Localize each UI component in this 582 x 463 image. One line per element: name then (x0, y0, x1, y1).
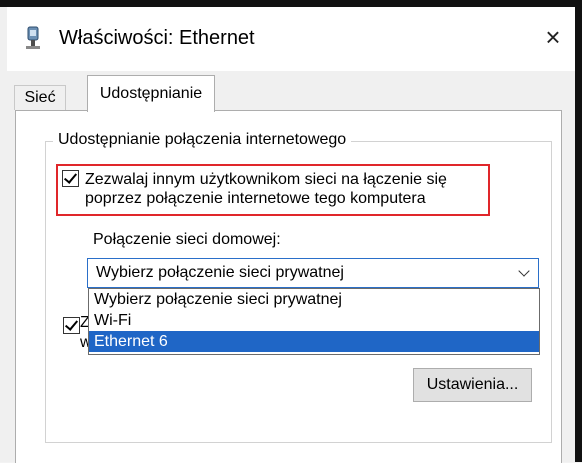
tab-label: Sieć (24, 89, 56, 106)
settings-button-label: Ustawienia... (426, 376, 519, 393)
home-network-label: Połączenie sieci domowej: (93, 231, 281, 248)
window-frame (0, 0, 582, 7)
allow-sharing-label: Zezwalaj innym użytkownikom sieci na łąc… (85, 171, 447, 207)
dropdown-options-list: Wybierz połączenie sieci prywatnej Wi-Fi… (88, 288, 540, 355)
dropdown-option-selected[interactable]: Ethernet 6 (89, 331, 539, 352)
select-value: Wybierz połączenie sieci prywatnej (96, 264, 344, 281)
second-checkbox-row[interactable] (63, 317, 80, 334)
checkmark-icon (64, 317, 79, 331)
window-title: Właściwości: Ethernet (59, 27, 255, 49)
group-title: Udostępnianie połączenia internetowego (53, 131, 352, 149)
close-button[interactable]: × (531, 17, 575, 57)
chevron-down-icon (518, 265, 530, 277)
checkmark-icon (63, 170, 78, 184)
tab-siec[interactable]: Sieć (14, 85, 66, 110)
home-network-select[interactable]: Wybierz połączenie sieci prywatnej (87, 258, 539, 288)
allow-sharing-checkbox-row[interactable]: Zezwalaj innym użytkownikom sieci na łąc… (62, 170, 485, 208)
second-checkbox[interactable] (63, 317, 80, 334)
window-frame (575, 0, 582, 462)
allow-sharing-checkbox[interactable] (62, 170, 79, 187)
close-icon: × (545, 21, 561, 52)
network-adapter-icon (26, 26, 40, 49)
title-bar[interactable]: Właściwości: Ethernet × (7, 7, 575, 71)
tab-label: Udostępnianie (99, 85, 203, 102)
dropdown-option[interactable]: Wi-Fi (89, 310, 539, 331)
tab-bar: Sieć Udostępnianie (7, 71, 575, 112)
settings-button[interactable]: Ustawienia... (413, 368, 532, 402)
dropdown-option[interactable]: Wybierz połączenie sieci prywatnej (89, 289, 539, 310)
tab-udostepnianie[interactable]: Udostępnianie (87, 75, 215, 112)
properties-window: Właściwości: Ethernet × Sieć Udostępnian… (0, 0, 582, 463)
